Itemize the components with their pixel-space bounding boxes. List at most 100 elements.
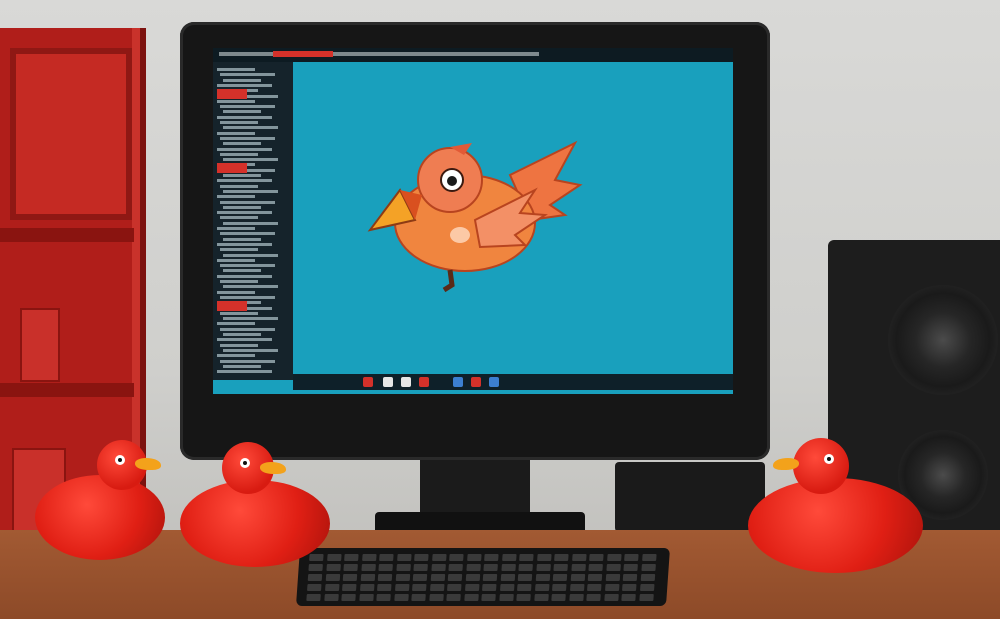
code-highlight: [217, 163, 247, 174]
keyboard-key: [588, 564, 603, 571]
code-line: [217, 370, 272, 374]
code-line: [220, 248, 258, 252]
keyboard-key: [606, 554, 622, 561]
code-line: [223, 205, 261, 209]
keyboard-key: [377, 574, 393, 581]
keyboard-key: [638, 594, 654, 601]
keyboard-key: [428, 594, 444, 601]
keyboard-key: [622, 574, 638, 581]
code-line: [220, 359, 275, 363]
keyboard-key: [429, 584, 445, 591]
keyboard-key: [519, 554, 534, 561]
computer-tower: [615, 462, 765, 532]
keyboard-key: [501, 554, 517, 561]
keyboard-key: [536, 554, 552, 561]
keyboard-key: [414, 554, 429, 561]
red-rubber-duck: [748, 438, 928, 573]
keyboard-key: [482, 584, 497, 591]
keyboard-key: [603, 594, 619, 601]
keyboard-key: [605, 564, 621, 571]
code-line: [217, 68, 255, 71]
taskbar-app-icon[interactable]: [453, 377, 463, 387]
keyboard-key: [465, 564, 481, 571]
keyboard-key: [466, 554, 482, 561]
code-line: [220, 216, 258, 220]
keyboard-key: [464, 584, 480, 591]
keyboard-key: [361, 554, 377, 561]
keyboard-key: [622, 584, 637, 591]
keyboard-key: [447, 584, 462, 591]
keyboard-key: [553, 564, 568, 571]
keyboard-key: [343, 564, 358, 571]
keyboard-key: [344, 554, 359, 561]
keyboard-key: [551, 594, 566, 601]
code-line: [223, 158, 278, 162]
keyboard-key: [554, 554, 569, 561]
keyboard-key: [640, 564, 656, 571]
code-line: [217, 258, 255, 262]
screen-title-bar: [213, 48, 733, 62]
code-line: [217, 131, 255, 135]
keyboard-key: [481, 594, 496, 601]
keyboard-key: [500, 564, 516, 571]
keyboard-key: [430, 564, 446, 571]
keyboard-key: [413, 564, 428, 571]
keyboard-key: [376, 594, 391, 601]
taskbar-app-icon[interactable]: [383, 377, 393, 387]
code-line: [220, 105, 275, 109]
keyboard-key: [587, 574, 603, 581]
keyboard-key: [448, 564, 463, 571]
code-line: [220, 295, 275, 299]
keyboard-key: [449, 554, 464, 561]
code-line: [223, 78, 261, 82]
keyboard-key: [517, 574, 533, 581]
red-rubber-duck: [160, 442, 330, 567]
keyboard-key: [306, 594, 321, 601]
keyboard-key: [324, 584, 340, 591]
keyboard-key: [640, 574, 655, 581]
keyboard-key: [587, 584, 602, 591]
code-line: [220, 152, 258, 156]
taskbar-app-icon[interactable]: [401, 377, 411, 387]
code-line: [220, 264, 275, 268]
code-line: [220, 73, 275, 77]
keyboard-key: [552, 574, 568, 581]
speaker-woofer: [888, 285, 998, 395]
keyboard-key: [394, 584, 410, 591]
taskbar-app-icon[interactable]: [419, 377, 429, 387]
code-line: [223, 333, 261, 336]
code-line: [223, 285, 278, 289]
code-line: [223, 253, 278, 257]
keyboard: [295, 548, 671, 606]
taskbar-app-icon[interactable]: [471, 377, 481, 387]
code-line: [223, 317, 278, 321]
keyboard-key: [393, 594, 409, 601]
code-line: [220, 280, 258, 283]
keyboard-key: [517, 584, 532, 591]
code-line: [220, 327, 275, 331]
keyboard-key: [624, 554, 639, 561]
code-highlight: [217, 301, 247, 312]
code-line: [217, 274, 272, 278]
taskbar-app-icon[interactable]: [489, 377, 499, 387]
code-line: [220, 343, 258, 347]
code-line: [220, 200, 275, 204]
keyboard-key: [604, 584, 620, 591]
keyboard-key: [412, 574, 428, 581]
code-line: [217, 322, 255, 326]
keyboard-key: [498, 594, 514, 601]
keyboard-key: [379, 554, 394, 561]
keyboard-key: [482, 574, 498, 581]
keyboard-key: [463, 594, 479, 601]
code-line: [223, 348, 278, 352]
keyboard-key: [483, 564, 498, 571]
keyboard-key: [552, 584, 567, 591]
keyboard-key: [518, 564, 533, 571]
monitor-stand: [420, 460, 530, 520]
keyboard-key: [570, 564, 586, 571]
bird-icon: [367, 140, 583, 293]
taskbar-app-icon[interactable]: [363, 377, 373, 387]
keyboard-key: [307, 574, 323, 581]
keyboard-key: [589, 554, 604, 561]
keyboard-key: [465, 574, 480, 581]
